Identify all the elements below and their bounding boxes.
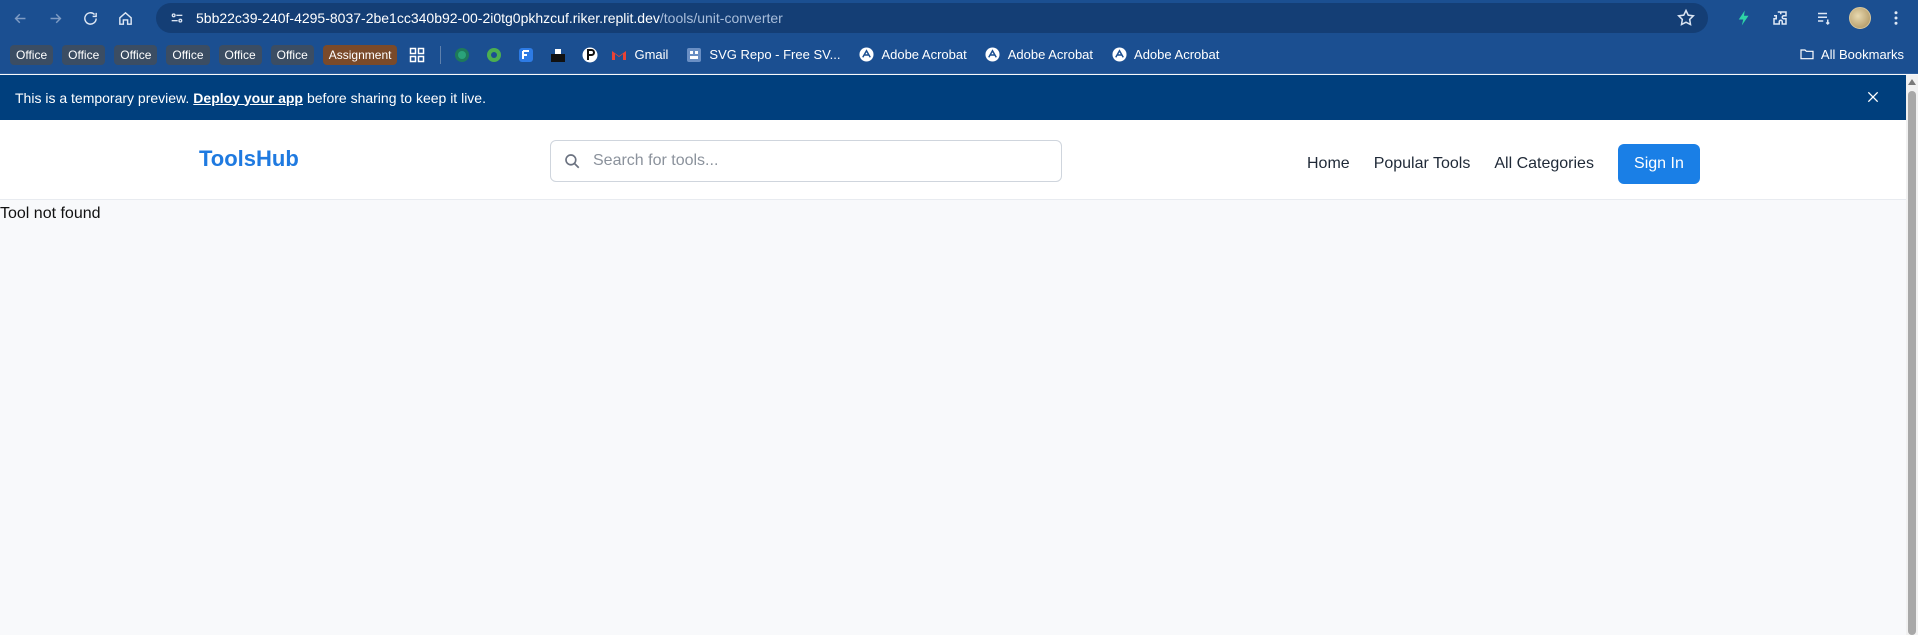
home-button[interactable] — [110, 3, 140, 33]
deploy-app-link[interactable]: Deploy your app — [193, 90, 303, 106]
bookmark-office-2[interactable]: Office — [62, 44, 106, 65]
nav-home[interactable]: Home — [1307, 145, 1350, 183]
scroll-up-arrow-icon[interactable] — [1908, 79, 1916, 85]
close-icon[interactable] — [1865, 89, 1881, 105]
extension-bolt-icon[interactable] — [1726, 0, 1762, 36]
bookmark-target-icon[interactable] — [483, 44, 505, 66]
site-header: ToolsHub Home Popular Tools All Categori… — [0, 120, 1906, 200]
bookmark-office-1[interactable]: Office — [10, 44, 54, 65]
preview-banner: This is a temporary preview. Deploy your… — [0, 75, 1906, 120]
bookmark-adobe-acrobat-3[interactable]: Adobe Acrobat — [1111, 47, 1219, 63]
bookmark-assignment[interactable]: Assignment — [322, 44, 398, 65]
acrobat-icon — [858, 47, 874, 63]
bookmark-gmail[interactable]: Gmail — [611, 47, 668, 63]
bookmark-dark-tile-icon[interactable] — [547, 44, 569, 66]
bookmark-adobe-acrobat-2[interactable]: Adobe Acrobat — [985, 47, 1093, 63]
media-queue-icon[interactable] — [1806, 0, 1842, 36]
bookmarks-bar: Office Office Office Office Office Offic… — [0, 36, 1918, 74]
home-icon — [118, 11, 132, 25]
acrobat-icon — [1111, 47, 1127, 63]
banner-text-before: This is a temporary preview. — [15, 89, 190, 106]
forward-button[interactable] — [40, 3, 70, 33]
address-bar[interactable]: 5bb22c39-240f-4295-8037-2be1cc340b92-00-… — [156, 3, 1708, 33]
reload-icon — [83, 11, 97, 25]
all-bookmarks-button[interactable]: All Bookmarks — [1799, 46, 1904, 62]
browser-toolbar: 5bb22c39-240f-4295-8037-2be1cc340b92-00-… — [0, 0, 1918, 36]
bookmark-adobe-acrobat-1[interactable]: Adobe Acrobat — [858, 47, 967, 63]
acrobat-icon — [985, 47, 1001, 63]
gmail-icon — [611, 47, 627, 63]
reload-button[interactable] — [75, 3, 105, 33]
nav-popular-tools[interactable]: Popular Tools — [1374, 145, 1471, 183]
browser-menu-icon[interactable] — [1878, 0, 1914, 36]
svgrepo-icon — [686, 47, 702, 63]
nav-all-categories[interactable]: All Categories — [1494, 145, 1594, 183]
bookmark-svg-repo[interactable]: SVG Repo - Free SV... — [686, 47, 840, 63]
folder-icon — [1800, 49, 1814, 60]
arrow-left-icon — [14, 13, 25, 23]
search-input[interactable] — [593, 152, 1033, 170]
bookmark-separator — [440, 45, 442, 64]
back-button[interactable] — [5, 3, 35, 33]
apps-grid-icon[interactable] — [406, 44, 428, 66]
arrow-right-icon — [50, 13, 61, 23]
bookmark-f-logo-icon[interactable] — [515, 44, 537, 66]
site-info-icon[interactable] — [166, 7, 188, 29]
main-nav: Home Popular Tools All Categories Sign I… — [1307, 144, 1700, 184]
profile-avatar[interactable] — [1842, 0, 1878, 36]
page-viewport: This is a temporary preview. Deploy your… — [0, 75, 1906, 635]
all-bookmarks-label: All Bookmarks — [1820, 46, 1904, 62]
scrollbar-thumb[interactable] — [1908, 91, 1916, 635]
bookmark-p-logo-icon[interactable] — [579, 44, 601, 66]
bookmark-star-icon[interactable] — [1676, 8, 1696, 28]
banner-text-after: before sharing to keep it live. — [306, 89, 486, 106]
bookmark-green-circle-icon[interactable] — [451, 44, 473, 66]
search-box[interactable] — [550, 140, 1062, 182]
site-logo[interactable]: ToolsHub — [199, 146, 299, 172]
bookmark-office-4[interactable]: Office — [166, 44, 210, 65]
bookmark-office-6[interactable]: Office — [270, 44, 314, 65]
bookmark-office-3[interactable]: Office — [114, 44, 158, 65]
url-text: 5bb22c39-240f-4295-8037-2be1cc340b92-00-… — [196, 10, 783, 26]
bookmark-office-5[interactable]: Office — [218, 44, 262, 65]
not-found-message: Tool not found — [0, 205, 101, 222]
extensions-puzzle-icon[interactable] — [1762, 0, 1798, 36]
sign-in-button[interactable]: Sign In — [1617, 144, 1700, 184]
search-icon — [565, 154, 580, 169]
